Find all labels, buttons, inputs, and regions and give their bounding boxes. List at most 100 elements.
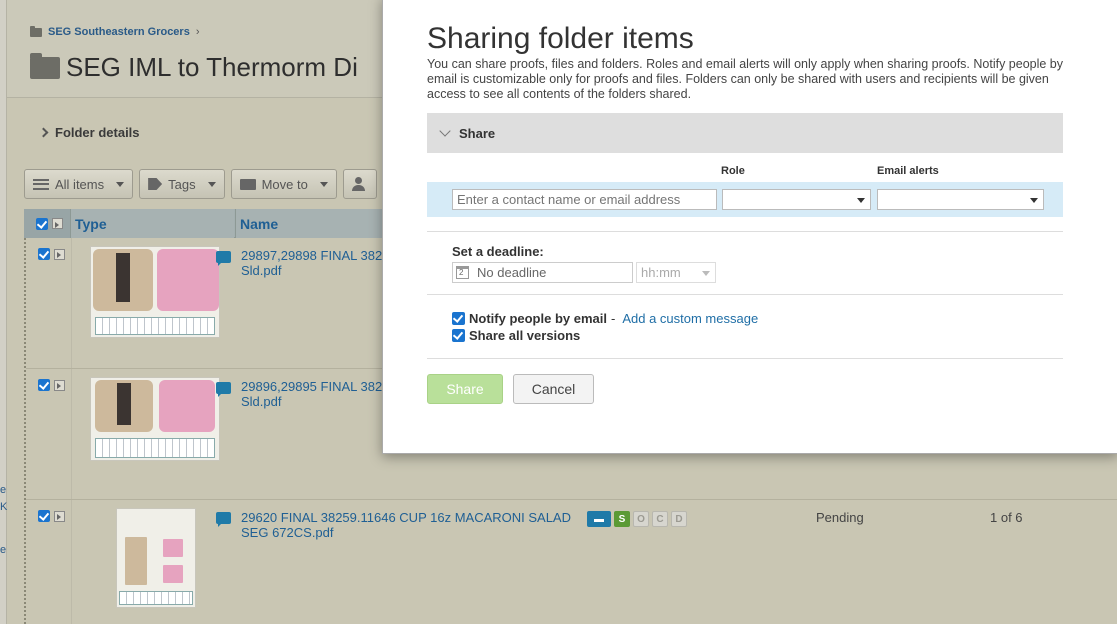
row-checkbox[interactable] [38,379,50,391]
dialog-description: You can share proofs, files and folders.… [427,57,1063,101]
all-items-dropdown[interactable]: All items [24,169,134,199]
row-select [38,248,65,260]
file-thumbnail[interactable] [90,377,220,461]
share-button[interactable]: Share [427,374,503,404]
divider [427,231,1063,232]
thumbnail-tray-graphic [125,537,147,585]
row-checkbox[interactable] [38,510,50,522]
notify-option: Notify people by email - Add a custom me… [452,311,758,326]
column-header-type[interactable]: Type [70,209,234,238]
cancel-button[interactable]: Cancel [513,374,594,404]
contact-row [427,182,1063,217]
dropdown-arrow-icon [702,271,710,276]
deadline-label: Set a deadline: [452,244,544,259]
row-select [38,510,65,522]
dropdown-arrow-icon [1030,198,1038,203]
status-badge-o[interactable]: O [633,511,649,527]
chevron-right-icon [38,127,49,138]
status-badge-d[interactable]: D [671,511,687,527]
row-select [38,379,65,391]
tags-label: Tags [168,176,196,192]
deadline-date-input[interactable]: No deadline [452,262,633,283]
comment-icon[interactable] [216,382,231,397]
sidebar-fragment: e [0,484,7,496]
select-all-checkbox[interactable] [36,217,48,230]
tag-icon [148,178,163,190]
contact-search-input[interactable] [452,189,717,210]
notify-label: Notify people by email [469,311,607,326]
share-versions-checkbox[interactable] [452,329,465,342]
folder-icon [30,25,42,37]
share-section-toggle[interactable]: Share [427,113,1063,153]
file-name-link[interactable]: 29896,29895 FINAL 382 Sld.pdf [241,379,391,409]
deadline-value: No deadline [477,265,547,280]
sidebar-fragment: K [0,501,8,513]
row-expand-icon[interactable] [54,379,65,391]
email-alerts-column-label: Email alerts [877,165,939,177]
dropdown-arrow-icon [857,198,865,203]
move-to-dropdown[interactable]: Move to [230,169,337,199]
folder-icon [239,178,256,190]
list-icon [33,178,49,190]
breadcrumb-separator: › [195,26,200,38]
breadcrumb-label[interactable]: SEG Southeastern Grocers [48,26,190,38]
notify-separator: - [610,311,616,326]
tags-dropdown[interactable]: Tags [139,169,225,199]
status-badge-s[interactable]: S [614,511,630,527]
sharing-dialog: Sharing folder items You can share proof… [382,0,1117,454]
left-sidebar-edge: e K e [0,0,7,624]
file-thumbnail[interactable] [90,246,220,338]
thumbnail-dieline-graphic [95,438,215,458]
caret-down-icon [207,181,216,187]
toolbar: All items Tags Move to [24,169,377,199]
add-custom-message-link[interactable]: Add a custom message [622,311,758,326]
row-checkbox[interactable] [38,248,50,260]
add-user-icon [351,177,368,191]
share-versions-label: Share all versions [469,328,581,343]
thumbnail-dieline-graphic [119,591,193,605]
role-select[interactable] [722,189,871,210]
page-title: SEG IML to Thermorm Di [30,52,358,83]
dialog-title: Sharing folder items [427,22,694,55]
calendar-icon [456,266,469,279]
caret-down-icon [116,181,125,187]
sidebar-fragment: e [0,544,7,556]
comment-icon[interactable] [216,251,231,266]
folder-details-label: Folder details [55,125,140,140]
row-expand-icon[interactable] [54,510,65,522]
thumbnail-tray-graphic [95,380,153,432]
breadcrumb[interactable]: SEG Southeastern Grocers › [30,25,200,38]
all-items-label: All items [55,176,105,192]
thumbnail-dieline-graphic [95,317,215,335]
deadline-time-select[interactable]: hh:mm [636,262,716,283]
file-name-link[interactable]: 29897,29898 FINAL 382 Sld.pdf [241,248,391,278]
email-alerts-select[interactable] [877,189,1044,210]
chevron-down-icon [439,125,451,137]
thumbnail-label-graphic [163,565,183,583]
thumbnail-lid-graphic [159,380,215,432]
add-user-button[interactable] [342,169,377,199]
notify-checkbox[interactable] [452,312,465,325]
move-to-label: Move to [261,176,308,192]
folder-details-toggle[interactable]: Folder details [38,125,140,140]
role-column-label: Role [721,165,745,177]
share-section-label: Share [459,125,496,141]
file-name-link[interactable]: 29620 FINAL 38259.11646 CUP 16z MACARONI… [241,510,586,540]
comments-badge-icon[interactable]: ▬ [587,511,611,527]
comment-icon[interactable] [216,512,231,527]
expand-all-icon[interactable] [52,218,63,229]
divider [427,358,1063,359]
page-title-text: SEG IML to Thermorm Di [66,52,358,82]
thumbnail-label-graphic [163,539,183,557]
row-expand-icon[interactable] [54,248,65,260]
version-count: 1 of 6 [990,510,1023,525]
proof-badges: ▬ S O C D [587,511,687,527]
folder-icon [30,52,60,79]
thumbnail-lid-graphic [157,249,219,311]
table-row[interactable]: 29620 FINAL 38259.11646 CUP 16z MACARONI… [26,500,1117,624]
divider [427,294,1063,295]
proof-status: Pending [816,510,864,525]
status-badge-c[interactable]: C [652,511,668,527]
caret-down-icon [319,181,328,187]
file-thumbnail[interactable] [116,508,196,608]
